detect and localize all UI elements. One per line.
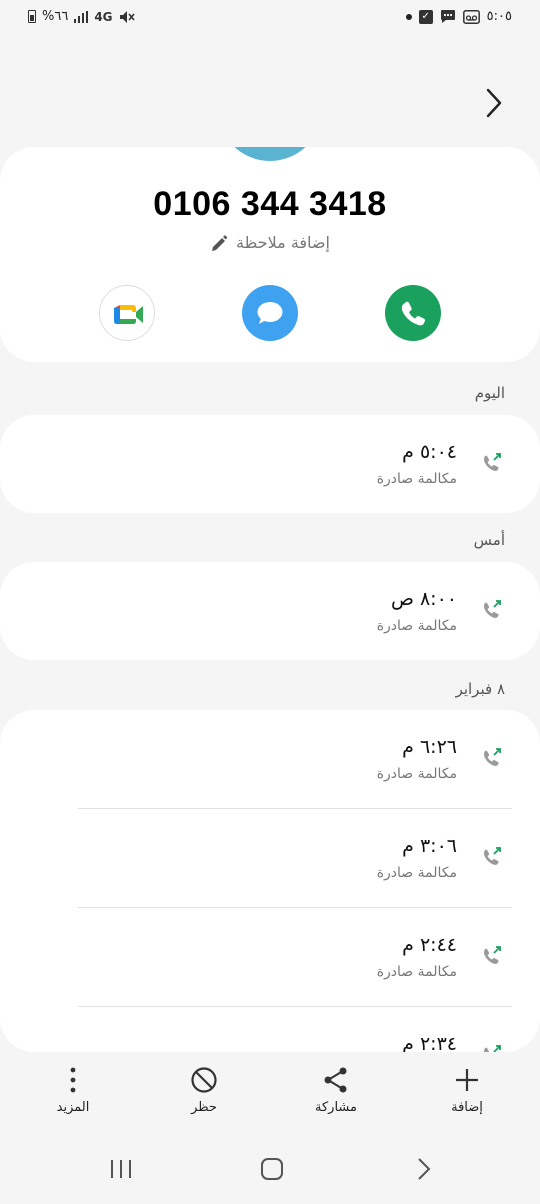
add-label: إضافة (451, 1100, 483, 1115)
mute-icon (119, 10, 135, 23)
contact-header-card: 0106 344 3418 إضافة ملاحظة (0, 147, 540, 362)
battery-percent: %٦٦ (42, 9, 69, 24)
call-log-card-feb-8: ٦:٢٦ م مكالمة صادرة ٣:٠٦ م مكالمة صادرة … (0, 710, 540, 1052)
call-log-entry[interactable]: ٢:٤٤ م مكالمة صادرة (0, 908, 540, 1006)
call-type: مكالمة صادرة (376, 618, 457, 634)
outgoing-call-icon (484, 946, 501, 964)
bottom-toolbar: المزيد حظر مشاركة إضافة (0, 1052, 540, 1132)
network-type: 4G (94, 9, 113, 24)
section-label-feb-8: ٨ فبراير (455, 680, 505, 698)
call-log-card-today: ٥:٠٤ م مكالمة صادرة (0, 415, 540, 513)
block-label: حظر (191, 1100, 217, 1115)
call-log-entry[interactable]: ٥:٠٤ م مكالمة صادرة (0, 415, 540, 513)
status-left: %٦٦ 4G (28, 9, 135, 24)
outgoing-call-icon (484, 600, 501, 618)
call-type: مكالمة صادرة (376, 766, 457, 782)
outgoing-call-icon (484, 1045, 501, 1052)
checkbox-notification-icon: ✓ (418, 9, 433, 24)
call-log-entry[interactable]: ٢:٣٤ م مكالمة صادرة (0, 1007, 540, 1052)
add-note-label: إضافة ملاحظة (236, 233, 330, 252)
section-label-yesterday: أمس (473, 531, 505, 549)
video-meet-icon (114, 305, 143, 324)
recent-apps-icon[interactable] (108, 1156, 134, 1182)
back-chevron-icon[interactable] (482, 86, 506, 120)
call-time: ٢:٣٤ م (402, 1033, 457, 1052)
call-time: ٥:٠٤ م (402, 441, 457, 463)
section-label-today: اليوم (474, 384, 505, 402)
message-button[interactable] (242, 285, 298, 341)
status-time: ٥:٠٥ (486, 9, 512, 24)
avatar (218, 147, 322, 161)
more-label: المزيد (56, 1100, 90, 1115)
call-type: مكالمة صادرة (376, 865, 457, 881)
back-icon[interactable] (414, 1156, 434, 1182)
call-time: ٣:٠٦ م (402, 835, 457, 857)
chat-notification-icon (440, 10, 455, 23)
outgoing-call-icon (484, 748, 501, 766)
phone-icon (401, 301, 426, 326)
more-vertical-icon (70, 1067, 76, 1093)
add-note-button[interactable]: إضافة ملاحظة (0, 233, 540, 252)
signal-icon (74, 10, 89, 23)
call-log-entry[interactable]: ٦:٢٦ م مكالمة صادرة (0, 710, 540, 808)
voicemail-notification-icon (462, 9, 480, 24)
phone-number: 0106 344 3418 (153, 185, 387, 223)
call-log-entry[interactable]: ٨:٠٠ ص مكالمة صادرة (0, 562, 540, 660)
call-time: ٦:٢٦ م (402, 736, 457, 758)
block-button[interactable]: حظر (159, 1066, 249, 1115)
home-icon[interactable] (259, 1156, 285, 1182)
call-time: ٢:٤٤ م (402, 934, 457, 956)
system-nav-bar (0, 1140, 540, 1204)
notification-dot-icon (405, 13, 412, 20)
call-log-entry[interactable]: ٣:٠٦ م مكالمة صادرة (0, 809, 540, 907)
add-button[interactable]: إضافة (422, 1066, 512, 1115)
share-button[interactable]: مشاركة (291, 1066, 381, 1115)
call-button[interactable] (385, 285, 441, 341)
status-bar: %٦٦ 4G ✓ ٥:٠٥ (0, 0, 540, 36)
battery-icon (28, 10, 36, 23)
status-right: ✓ ٥:٠٥ (405, 9, 512, 24)
block-icon (191, 1067, 217, 1093)
outgoing-call-icon (484, 847, 501, 865)
outgoing-call-icon (484, 453, 501, 471)
google-meet-button[interactable] (99, 285, 155, 341)
pencil-icon (212, 234, 228, 251)
plus-icon (456, 1069, 478, 1091)
more-button[interactable]: المزيد (28, 1066, 118, 1115)
share-icon (324, 1067, 347, 1093)
call-time: ٨:٠٠ ص (390, 588, 457, 610)
message-bubble-icon (257, 302, 283, 324)
share-label: مشاركة (315, 1100, 357, 1115)
call-type: مكالمة صادرة (376, 471, 457, 487)
contact-actions (0, 285, 540, 343)
call-log-card-yesterday: ٨:٠٠ ص مكالمة صادرة (0, 562, 540, 660)
call-type: مكالمة صادرة (376, 964, 457, 980)
